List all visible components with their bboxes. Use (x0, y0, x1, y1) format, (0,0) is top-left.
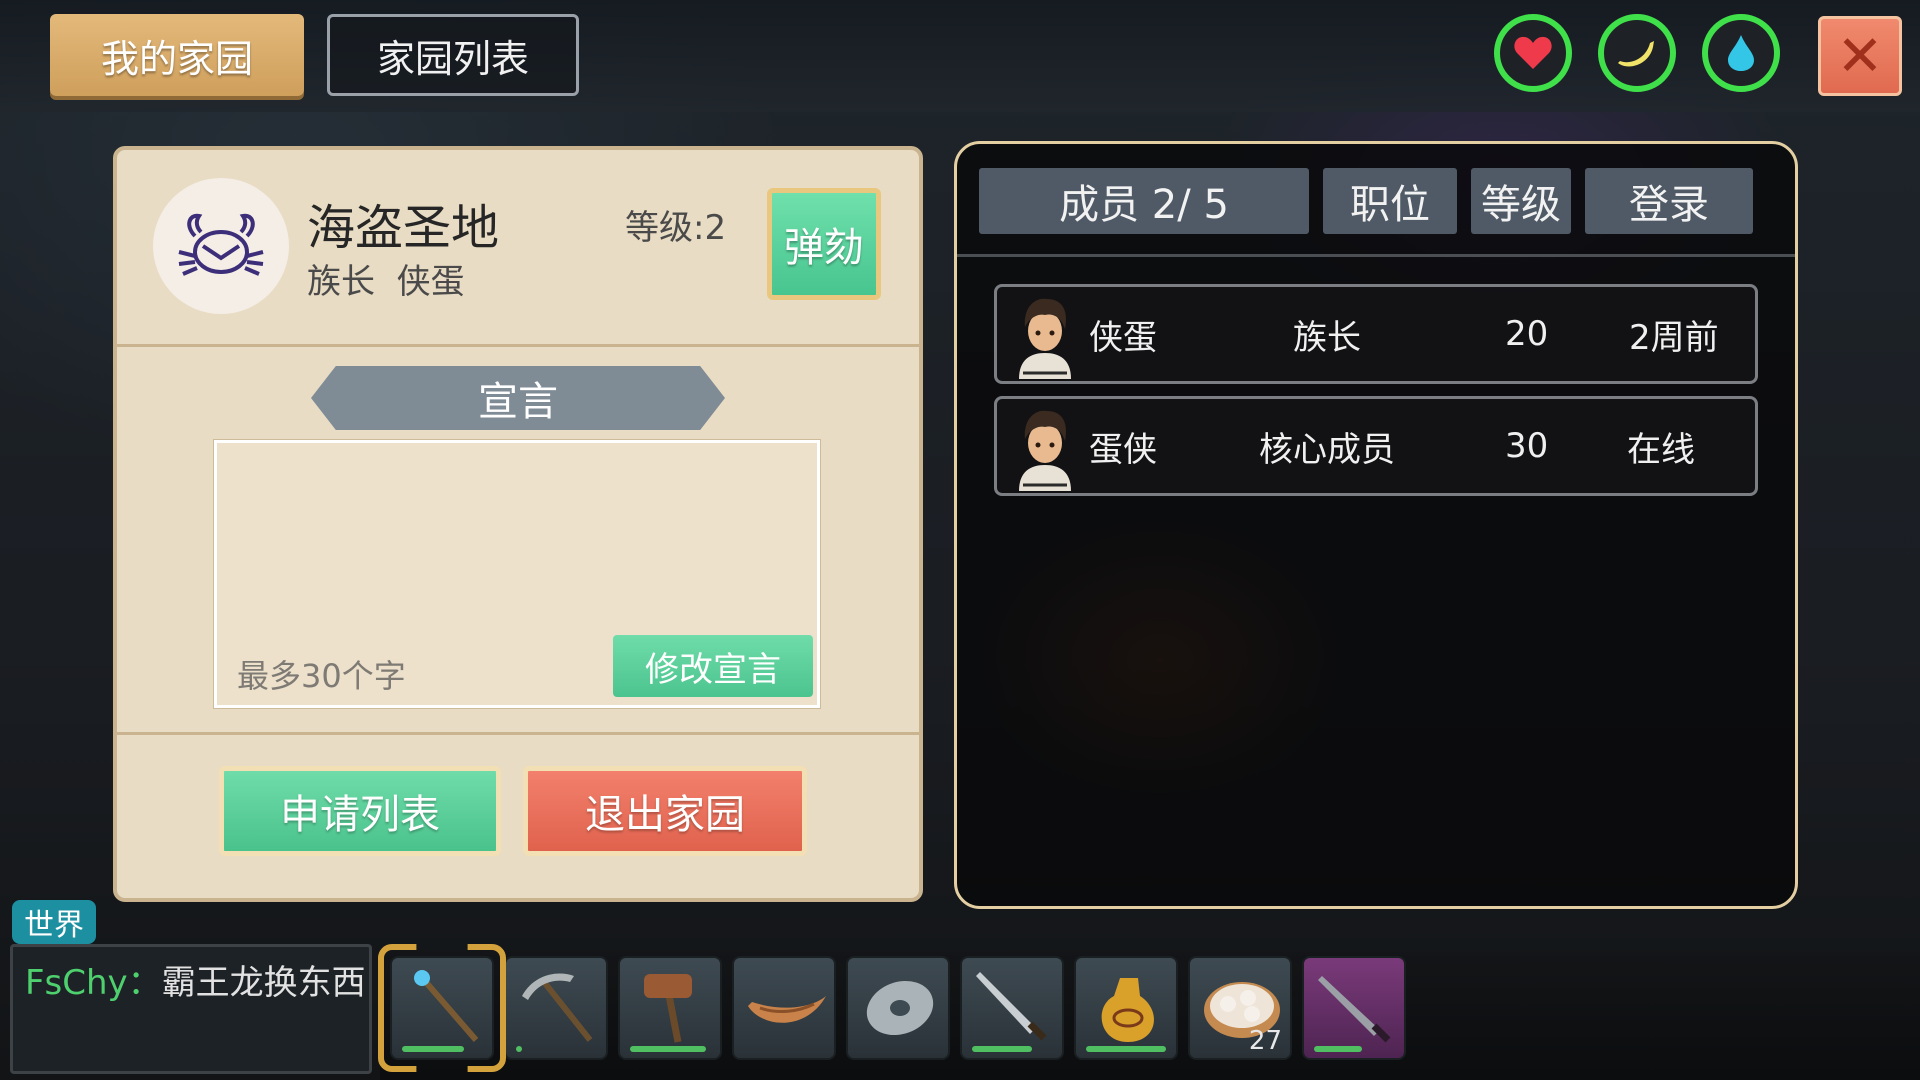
durability-bar (1086, 1046, 1166, 1052)
chat-text: 霸王龙换东西 (161, 963, 366, 1003)
header-members[interactable]: 成员 2/ 5 (979, 168, 1309, 234)
clan-level: 等级:2 (625, 208, 727, 248)
hotbar-slot-3[interactable] (618, 956, 722, 1060)
heart-icon (1514, 36, 1552, 69)
header-login[interactable]: 登录 (1585, 168, 1753, 234)
tab-my-homestead[interactable]: 我的家园 (50, 14, 304, 96)
clan-crest-crab-icon (153, 178, 289, 314)
hotbar-slot-7[interactable] (1074, 956, 1178, 1060)
hotbar-slot-2[interactable] (504, 956, 608, 1060)
water-indicator[interactable] (1702, 14, 1780, 92)
declaration-title: 宣言 (311, 366, 725, 430)
banana-icon (1618, 41, 1654, 67)
durability-bar (1314, 1046, 1362, 1052)
member-level: 30 (1505, 426, 1549, 466)
water-drop-icon (1728, 35, 1754, 71)
boat-icon (748, 996, 826, 1023)
apply-list-button[interactable]: 申请列表 (219, 766, 501, 856)
dark-sword-icon (1318, 976, 1391, 1043)
member-name: 侠蛋 (1089, 317, 1157, 358)
member-role: 核心成员 (1259, 429, 1395, 470)
hammer-icon (644, 974, 692, 1043)
durability-bar (630, 1046, 706, 1052)
sword-icon (976, 972, 1047, 1041)
member-name: 蛋侠 (1089, 429, 1157, 470)
clan-leader: 族长 侠蛋 (307, 262, 465, 302)
food-indicator[interactable] (1598, 14, 1676, 92)
clan-info-panel: 海盗圣地 族长 侠蛋 等级:2 弹劾 宣言 最多30个字 修改宣言 申请列表 退… (113, 146, 923, 902)
clan-name: 海盗圣地 (307, 200, 500, 256)
member-row[interactable]: 蛋侠 核心成员 30 在线 (994, 396, 1758, 496)
durability-bar (516, 1046, 522, 1052)
hotbar-slot-9[interactable] (1302, 956, 1406, 1060)
member-login: 在线 (1627, 429, 1695, 470)
health-indicator[interactable] (1494, 14, 1572, 92)
shield-stone-icon (866, 980, 934, 1036)
flask-icon (1101, 978, 1154, 1042)
chat-channel-tab[interactable]: 世界 (12, 900, 96, 944)
member-login: 2周前 (1629, 317, 1719, 358)
member-level: 20 (1505, 314, 1549, 354)
hotbar-slot-6[interactable] (960, 956, 1064, 1060)
chat-box[interactable]: FsChy：霸王龙换东西 (10, 944, 372, 1074)
declaration-placeholder: 最多30个字 (237, 657, 406, 695)
divider (957, 254, 1795, 257)
hotbar-slot-8[interactable]: 27 (1188, 956, 1292, 1060)
tab-homestead-list[interactable]: 家园列表 (327, 14, 579, 96)
header-level[interactable]: 等级 (1471, 168, 1571, 234)
edit-declaration-button[interactable]: 修改宣言 (613, 635, 813, 697)
divider (117, 344, 919, 347)
hotbar-slot-5[interactable] (846, 956, 950, 1060)
header-role[interactable]: 职位 (1323, 168, 1457, 234)
member-row[interactable]: 侠蛋 族长 20 2周前 (994, 284, 1758, 384)
chat-message: FsChy：霸王龙换东西 (25, 955, 366, 1004)
avatar (1019, 410, 1071, 491)
impeach-button[interactable]: 弹劾 (767, 188, 881, 300)
members-panel: 成员 2/ 5 职位 等级 登录 侠蛋 族长 20 2周前 蛋侠 核心成员 30… (954, 141, 1798, 909)
chat-username: FsChy： (25, 963, 162, 1003)
durability-bar (972, 1046, 1032, 1052)
item-count: 27 (1248, 1026, 1282, 1056)
declaration-input[interactable]: 最多30个字 修改宣言 (214, 440, 820, 708)
hotbar-slot-4[interactable] (732, 956, 836, 1060)
hotbar-selection-frame (378, 944, 506, 1072)
quit-homestead-button[interactable]: 退出家园 (523, 766, 807, 856)
member-role: 族长 (1293, 317, 1361, 358)
pickaxe-icon (522, 973, 593, 1042)
close-button[interactable]: ✕ (1818, 16, 1902, 96)
avatar (1019, 298, 1071, 379)
divider (117, 732, 919, 735)
